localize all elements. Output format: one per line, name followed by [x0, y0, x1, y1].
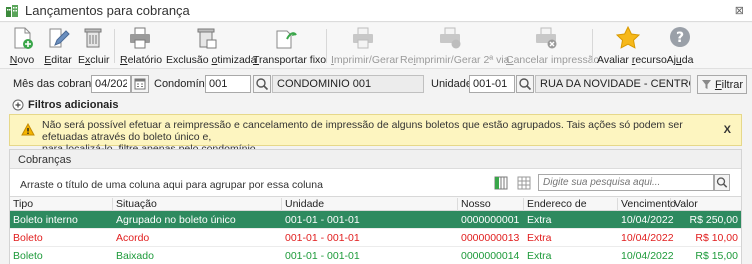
search-icon — [716, 177, 728, 188]
cobrancas-grid: Tipo Situação Unidade Nosso número Ender… — [10, 196, 741, 264]
toolbar-separator — [114, 29, 115, 63]
cell-unidade: 001-01 - 001-01 — [285, 232, 360, 244]
grid-search-input[interactable] — [538, 174, 714, 191]
title-bar: Lançamentos para cobrança ⊠ — [0, 0, 752, 22]
column-header-tipo[interactable]: Tipo — [10, 198, 113, 211]
calendar-icon — [134, 78, 146, 90]
edit-pencil-icon — [49, 28, 70, 48]
cell-situacao: Acordo — [116, 232, 150, 244]
printer-icon — [353, 27, 373, 49]
cell-endereco: Extra — [527, 250, 552, 262]
unidade-name: RUA DA NOVIDADE - CENTRO — [535, 75, 691, 93]
cell-valor: R$ 15,00 — [695, 250, 738, 262]
imprimir-gerar-button[interactable]: Imprimir/Gerar — [331, 25, 399, 67]
filter-bar: Mês das cobranças: Condomínio: CONDOMINI… — [0, 72, 752, 96]
column-header-valor[interactable]: Valor — [671, 198, 743, 211]
building-icon — [6, 4, 18, 17]
optimized-delete-icon — [197, 28, 217, 49]
reimprimir-button[interactable]: Reimprimir/Gerar 2ª via — [400, 25, 510, 67]
star-icon — [615, 25, 641, 49]
calendar-button[interactable] — [131, 75, 149, 93]
filtros-adicionais-toggle[interactable]: Filtros adicionais — [12, 98, 118, 112]
cell-endereco: Extra — [527, 214, 552, 226]
cobrancas-panel: Cobranças Arraste o título de uma coluna… — [9, 149, 742, 264]
table-row[interactable]: Boleto interno Agrupado no boleto único … — [10, 211, 741, 229]
reprint-icon — [440, 27, 461, 49]
column-header-nosso-numero[interactable]: Nosso número — [458, 198, 524, 222]
condominio-name: CONDOMINIO 001 — [272, 75, 424, 93]
new-document-icon — [14, 27, 33, 49]
transportar-fixo-button[interactable]: Transportar fixo — [253, 25, 326, 67]
grid-layout-icon[interactable] — [517, 176, 531, 190]
exclusao-otimizada-button[interactable]: Exclusão otimizada — [166, 25, 256, 67]
toolbar-separator — [326, 29, 327, 63]
search-icon — [256, 78, 269, 91]
filtrar-button[interactable]: Filtrar — [697, 75, 747, 94]
cell-vencimento: 10/04/2022 — [621, 232, 674, 244]
group-by-bar[interactable]: Arraste o título de uma coluna aqui para… — [10, 170, 741, 196]
cell-nosso-numero: 0000000001 — [461, 214, 520, 226]
cell-situacao: Baixado — [116, 250, 154, 262]
table-row[interactable]: Boleto Baixado 001-01 - 001-01 000000001… — [10, 247, 741, 264]
novo-button[interactable]: Novo — [8, 25, 36, 67]
cancel-print-icon — [536, 27, 557, 49]
group-hint: Arraste o título de uma coluna aqui para… — [20, 179, 323, 191]
relatorio-button[interactable]: Relatório — [120, 25, 162, 67]
cell-tipo: Boleto — [13, 232, 43, 244]
column-header-situacao[interactable]: Situação — [113, 198, 282, 211]
trash-icon — [84, 28, 102, 48]
filter-icon — [701, 80, 711, 89]
cell-valor: R$ 10,00 — [695, 232, 738, 244]
warning-close-button[interactable]: X — [724, 124, 731, 136]
ajuda-button[interactable]: ? Ajuda — [665, 25, 695, 67]
filtros-adicionais-label: Filtros adicionais — [28, 99, 119, 111]
cell-tipo: Boleto — [13, 250, 43, 262]
cell-unidade: 001-01 - 001-01 — [285, 250, 360, 262]
grid-header: Tipo Situação Unidade Nosso número Ender… — [10, 196, 743, 222]
cell-nosso-numero: 0000000014 — [461, 250, 520, 262]
toolbar-separator — [592, 29, 593, 63]
excluir-button[interactable]: Excluir — [78, 25, 110, 67]
svg-text:?: ? — [676, 30, 684, 46]
table-row[interactable]: Boleto Acordo 001-01 - 001-01 0000000013… — [10, 229, 741, 247]
expand-plus-icon — [12, 99, 24, 111]
cell-tipo: Boleto interno — [13, 214, 78, 226]
cancelar-impressao-button[interactable]: Cancelar impressão — [506, 25, 599, 67]
printer-icon — [130, 27, 150, 49]
panel-title: Cobranças — [10, 150, 741, 169]
grid-search-button[interactable] — [714, 174, 730, 191]
avaliar-recurso-button[interactable]: Avaliar recurso — [597, 25, 667, 67]
cell-nosso-numero: 0000000013 — [461, 232, 520, 244]
condominio-search-button[interactable] — [253, 75, 271, 93]
close-window-button[interactable]: ⊠ — [735, 4, 744, 17]
window-title: Lançamentos para cobrança — [25, 3, 190, 18]
warning-icon — [21, 123, 35, 136]
help-icon: ? — [670, 27, 690, 47]
column-chooser-icon[interactable] — [494, 176, 508, 190]
mes-input[interactable] — [91, 75, 131, 93]
warning-banner: Não será possível efetuar a reimpressão … — [9, 114, 742, 155]
column-header-unidade[interactable]: Unidade — [282, 198, 458, 211]
editar-button[interactable]: Editar — [44, 25, 72, 67]
column-header-vencimento[interactable]: Vencimento — [618, 198, 676, 211]
cell-endereco: Extra — [527, 232, 552, 244]
cell-situacao: Agrupado no boleto único — [116, 214, 236, 226]
toolbar: Novo Editar Excluir Relatório Exclusão o — [0, 23, 752, 69]
unidade-search-button[interactable] — [516, 75, 534, 93]
column-header-endereco[interactable]: Endereco de entrega — [524, 198, 618, 222]
unidade-input[interactable] — [469, 75, 515, 93]
cell-vencimento: 10/04/2022 — [621, 250, 674, 262]
cell-valor: R$ 250,00 — [689, 214, 738, 226]
cell-vencimento: 10/04/2022 — [621, 214, 674, 226]
transport-icon — [276, 30, 297, 49]
cell-unidade: 001-01 - 001-01 — [285, 214, 360, 226]
search-icon — [519, 78, 532, 91]
condominio-input[interactable] — [205, 75, 251, 93]
